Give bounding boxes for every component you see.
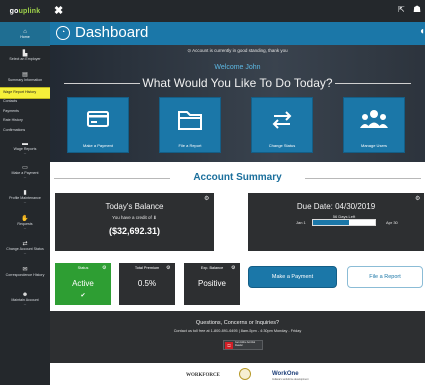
due-date-panel: ⚙ Due Date: 04/30/2019 56 Days Left Jan … bbox=[248, 193, 424, 251]
tile-file-report[interactable]: File a Report bbox=[159, 97, 221, 153]
kpi-value: 0.5% bbox=[137, 279, 157, 288]
expand-dash-icon: – bbox=[23, 225, 27, 231]
tile-make-payment[interactable]: Make a Payment bbox=[67, 97, 129, 153]
progress-end-label: Apr 30 bbox=[386, 220, 398, 225]
user-icon[interactable]: ☗ bbox=[413, 4, 421, 15]
gear-icon[interactable]: ⚙ bbox=[166, 265, 170, 271]
kpi-status: Status ⚙ Active ✔ bbox=[55, 263, 111, 305]
page-title: Dashboard bbox=[75, 24, 149, 41]
hero-question: What Would You Like To Do Today? bbox=[142, 76, 333, 90]
contact-section: Questions, Concerns or Inquiries? Contac… bbox=[50, 311, 425, 363]
users-icon: ☻ bbox=[21, 291, 29, 298]
progress-start-label: Jan 1 bbox=[296, 220, 306, 225]
sidebar-item-payments[interactable]: Payments bbox=[0, 107, 50, 117]
due-progress-bar bbox=[312, 219, 376, 226]
swap-icon bbox=[272, 111, 292, 129]
gear-icon[interactable]: ⚙ bbox=[204, 195, 209, 202]
app-window: go uplink ⌂ Home ▙ Select an Employer ▤ S… bbox=[0, 0, 425, 385]
sidebar-item-rate-history[interactable]: Rate History bbox=[0, 117, 50, 127]
expand-dash-icon: – bbox=[23, 300, 27, 306]
check-icon: ✔ bbox=[80, 293, 86, 299]
workone-tagline: Indiana's workforce development bbox=[272, 378, 309, 381]
expand-dash-icon: – bbox=[23, 250, 27, 256]
kpi-total-premium: Total Premium ⚙ 0.5% bbox=[119, 263, 175, 305]
balance-amount: ($32,692.31) bbox=[108, 226, 161, 236]
account-summary-header: Account Summary bbox=[50, 168, 425, 188]
folder-icon bbox=[178, 111, 202, 130]
sidebar-item-wage-report-history[interactable]: Wage Report History bbox=[0, 87, 51, 99]
adobe-reader-link[interactable]: ⏍ Get Adobe Acrobat Reader bbox=[223, 340, 263, 350]
tile-manage-users[interactable]: Manage Users bbox=[343, 97, 405, 153]
balance-note: You have a credit of ⬇ bbox=[112, 215, 157, 220]
due-date-title: Due Date: 04/30/2019 bbox=[296, 202, 376, 211]
sidebar-item-profile-maintenance[interactable]: ▮ Profile Maintenance – bbox=[0, 184, 50, 211]
expand-dash-icon: – bbox=[23, 174, 27, 180]
welcome-message: Welcome John bbox=[214, 64, 261, 71]
tile-label: Change Status bbox=[268, 143, 296, 148]
sidebar-item-maintain-account[interactable]: ☻ Maintain Account – bbox=[0, 285, 50, 313]
due-progress-fill bbox=[313, 220, 349, 225]
kpi-value: Positive bbox=[197, 279, 226, 288]
balance-title: Today's Balance bbox=[105, 202, 164, 211]
gear-icon[interactable]: ⚙ bbox=[415, 195, 420, 202]
tile-label: File a Report bbox=[178, 143, 202, 148]
sidebar-item-confirmations[interactable]: Confirmations bbox=[0, 126, 50, 136]
footer: WORKFORCE WorkOne Indiana's workforce de… bbox=[50, 363, 425, 385]
title-bar: ◔ Dashboard ◖ bbox=[50, 22, 425, 45]
sidebar-item-summary-information[interactable]: ▤ Summary Information bbox=[0, 67, 50, 88]
overflow-icon[interactable]: ◖ bbox=[419, 26, 425, 37]
close-icon[interactable]: ✖ bbox=[54, 4, 63, 17]
pdf-icon: ⏍ bbox=[225, 342, 233, 349]
home-icon: ⌂ bbox=[23, 28, 27, 35]
tile-label: Manage Users bbox=[360, 143, 387, 148]
dashboard-gauge-icon: ◔ bbox=[56, 26, 70, 40]
sidebar-item-correspondence-history[interactable]: ✉ Correspondence History bbox=[0, 261, 50, 285]
sidebar-item-contacts[interactable]: Contacts bbox=[0, 98, 50, 108]
workforce-logo: WORKFORCE bbox=[186, 373, 220, 378]
sidebar: go uplink ⌂ Home ▙ Select an Employer ▤ S… bbox=[0, 0, 51, 385]
account-notice: ⊙ Account is currently in good standing,… bbox=[187, 48, 288, 53]
balance-panel: ⚙ Today's Balance You have a credit of ⬇… bbox=[55, 193, 214, 251]
kpi-value: Active bbox=[72, 279, 94, 288]
gear-icon[interactable]: ⚙ bbox=[102, 265, 106, 271]
kpi-exp-balance: Exp. Balance ⚙ Positive bbox=[184, 263, 240, 305]
sidebar-item-wage-reports[interactable]: ▬ Wage Reports – bbox=[0, 136, 50, 161]
state-seal-icon bbox=[239, 368, 251, 380]
sidebar-item-change-account-status[interactable]: ⇄ Change Account Status – bbox=[0, 236, 50, 261]
reader-label: Get Adobe Acrobat Reader bbox=[235, 341, 256, 347]
contact-info: Contact us toll free at 1-800-891-6495 |… bbox=[173, 329, 302, 333]
tile-label: Make a Payment bbox=[82, 143, 113, 148]
users-icon bbox=[360, 110, 388, 128]
file-report-button[interactable]: File a Report bbox=[347, 266, 423, 288]
sidebar-item-select-employer[interactable]: ▙ Select an Employer bbox=[0, 46, 50, 67]
gear-icon[interactable]: ⚙ bbox=[231, 265, 235, 271]
expand-dash-icon: – bbox=[23, 199, 27, 205]
card-icon bbox=[87, 111, 109, 127]
make-payment-button[interactable]: Make a Payment bbox=[248, 266, 337, 288]
hero-banner: ⊙ Account is currently in good standing,… bbox=[50, 45, 425, 162]
expand-dash-icon: – bbox=[23, 150, 27, 156]
exit-icon[interactable]: ⇱ bbox=[398, 5, 405, 14]
sidebar-item-make-payment[interactable]: ▭ Make a Payment – bbox=[0, 161, 50, 184]
workone-logo: WorkOne bbox=[272, 371, 299, 377]
tile-change-status[interactable]: Change Status bbox=[251, 97, 313, 153]
brand-logo: go uplink bbox=[9, 7, 41, 15]
sidebar-item-requests[interactable]: ✋ Requests – bbox=[0, 211, 50, 236]
contact-question: Questions, Concerns or Inquiries? bbox=[195, 320, 280, 326]
sidebar-item-home[interactable]: ⌂ Home bbox=[0, 22, 50, 46]
section-title: Account Summary bbox=[193, 172, 282, 183]
top-bar: ✖ ⇱ ☗ bbox=[50, 0, 425, 22]
